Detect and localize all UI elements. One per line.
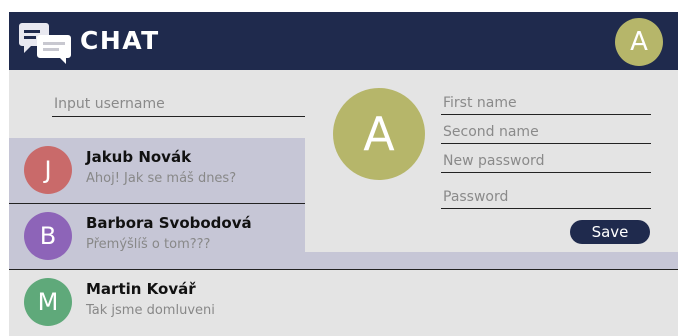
- contact-last-message: Přemýšlíš o tom???: [86, 237, 211, 252]
- password-field[interactable]: [441, 186, 651, 209]
- contact-item-martin[interactable]: M Martin Kovář Tak jsme domluveni: [9, 270, 678, 336]
- contact-name: Jakub Novák: [86, 148, 192, 166]
- second-name-field[interactable]: [441, 121, 651, 144]
- contact-name: Martin Kovář: [86, 280, 196, 298]
- app-header: CHAT A: [9, 12, 678, 70]
- contact-last-message: Ahoj! Jak se máš dnes?: [86, 171, 237, 186]
- contact-avatar: B: [24, 212, 72, 260]
- contact-avatar: J: [24, 146, 72, 194]
- contact-avatar: M: [24, 278, 72, 326]
- profile-edit-panel: A Save: [305, 70, 678, 252]
- contact-name: Barbora Svobodová: [86, 214, 252, 232]
- app-title: CHAT: [80, 26, 160, 55]
- new-password-field[interactable]: [441, 150, 651, 173]
- first-name-field[interactable]: [441, 92, 651, 115]
- save-button[interactable]: Save: [570, 220, 650, 244]
- profile-avatar[interactable]: A: [333, 88, 425, 180]
- contact-last-message: Tak jsme domluveni: [86, 303, 215, 318]
- user-avatar-button[interactable]: A: [615, 18, 663, 66]
- chat-bubbles-icon: [19, 20, 71, 68]
- chat-app: CHAT A J Jakub Novák Ahoj! Jak se máš dn…: [9, 12, 678, 336]
